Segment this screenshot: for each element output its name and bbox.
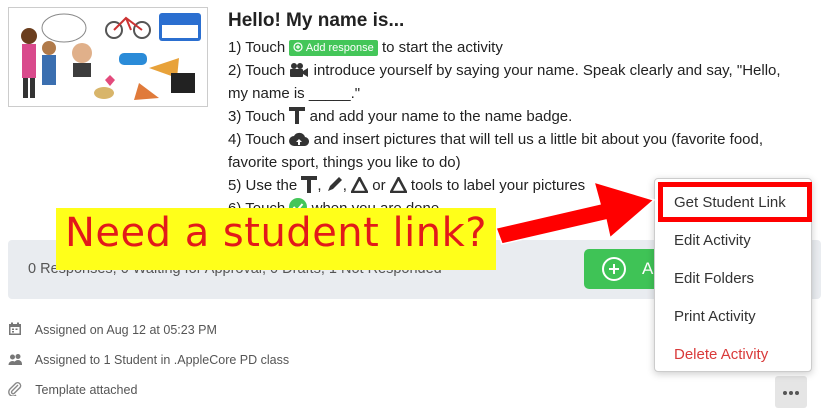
cloud-upload-icon	[289, 132, 310, 147]
activity-title: Hello! My name is...	[228, 10, 405, 31]
activity-thumbnail[interactable]	[8, 7, 208, 107]
step-text: introduce yourself by saying your name. …	[313, 62, 781, 79]
annotation-highlight-box	[658, 182, 812, 222]
calendar-icon	[9, 322, 21, 335]
menu-item-print-activity[interactable]: Print Activity	[674, 308, 756, 325]
step-1: 1) Touch Add response to start the activ…	[228, 36, 813, 59]
step-2: 2) Touch introduce yourself by saying yo…	[228, 59, 813, 82]
assigned-date: Assigned on Aug 12 at 05:23 PM	[8, 322, 217, 337]
step-2-cont: my name is _____."	[228, 85, 361, 102]
menu-item-edit-activity[interactable]: Edit Activity	[674, 232, 751, 249]
annotation-callout: Need a student link?	[56, 208, 496, 270]
video-camera-icon	[290, 63, 309, 77]
assigned-students: Assigned to 1 Student in .AppleCore PD c…	[8, 352, 289, 367]
step-text: 5) Use the	[228, 177, 298, 194]
text-tool-icon	[289, 107, 306, 124]
menu-item-edit-folders[interactable]: Edit Folders	[674, 270, 754, 287]
more-dots-icon	[783, 391, 787, 395]
step-text: 1) Touch	[228, 39, 286, 56]
add-response-label: A	[642, 259, 654, 278]
shape-tool-icon	[389, 177, 407, 193]
template-attachment: Template attached	[8, 382, 137, 397]
step-text: and insert pictures that will tell us a …	[313, 131, 764, 148]
collage-image	[9, 8, 207, 106]
text-tool-icon	[301, 176, 318, 193]
pen-tool-icon	[327, 177, 342, 191]
step-4: 4) Touch and insert pictures that will t…	[228, 128, 813, 151]
step-text: to start the activity	[381, 39, 503, 56]
step-text: 3) Touch	[228, 108, 286, 125]
menu-item-delete-activity[interactable]: Delete Activity	[674, 346, 768, 363]
shape-tool-icon	[351, 177, 369, 193]
annotation-arrow	[494, 180, 656, 245]
paperclip-icon	[8, 382, 22, 396]
people-icon	[8, 354, 22, 365]
plus-circle-icon	[293, 42, 304, 52]
plus-circle-icon	[602, 257, 626, 281]
step-text: 2) Touch	[228, 62, 286, 79]
callout-text: Need a student link?	[64, 210, 488, 256]
add-response-pill: Add response	[289, 40, 378, 56]
step-3: 3) Touch and add your name to the name b…	[228, 105, 813, 128]
step-text: and add your name to the name badge.	[309, 108, 573, 125]
more-options-button[interactable]	[775, 376, 807, 408]
step-text: 4) Touch	[228, 131, 286, 148]
